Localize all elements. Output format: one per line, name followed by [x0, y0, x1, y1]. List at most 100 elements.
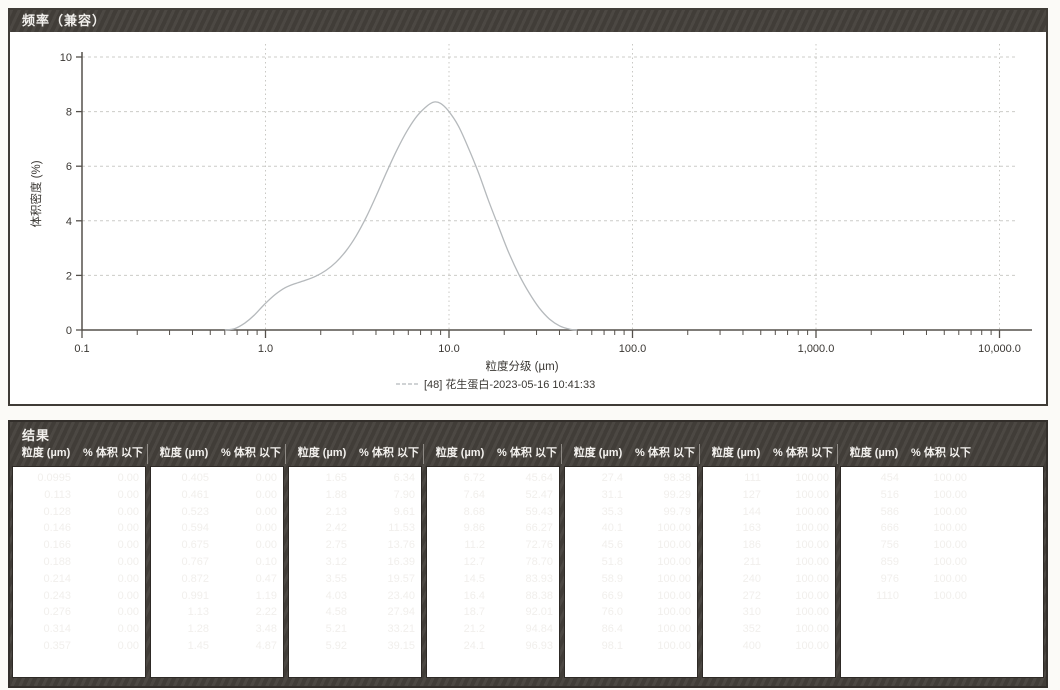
table-row: 0.2760.00	[13, 604, 143, 621]
table-row: 0.3140.00	[13, 621, 143, 638]
percent-under-value: 100.00	[761, 487, 829, 504]
size-value: 0.0995	[13, 470, 71, 487]
table-row: 144100.00	[703, 504, 833, 521]
percent-under-value: 94.84	[485, 621, 553, 638]
table-row: 5.2133.21	[289, 621, 419, 638]
percent-under-value: 100.00	[623, 571, 691, 588]
result-group-box: 0.4050.000.4610.000.5230.000.5940.000.67…	[150, 466, 284, 678]
y-tick-label: 8	[66, 107, 72, 119]
size-value: 586	[841, 504, 899, 521]
x-tick-label: 10.0	[438, 343, 459, 355]
percent-under-value: 100.00	[899, 504, 967, 521]
table-row: 4.5827.94	[289, 604, 419, 621]
percent-under-value: 0.00	[209, 537, 277, 554]
percent-under-value: 100.00	[761, 520, 829, 537]
percent-under-value: 96.93	[485, 638, 553, 655]
table-row: 240100.00	[703, 571, 833, 588]
table-row: 0.8720.47	[151, 571, 281, 588]
percent-under-value: 100.00	[899, 554, 967, 571]
size-value: 352	[703, 621, 761, 638]
size-value: 0.594	[151, 520, 209, 537]
percent-under-value: 0.00	[71, 520, 139, 537]
percent-under-value: 16.39	[347, 554, 415, 571]
table-row: 1.656.34	[289, 470, 419, 487]
table-row: 0.1460.00	[13, 520, 143, 537]
results-column-group-header: 粒度 (µm)% 体积 以下	[566, 444, 700, 464]
size-value: 7.64	[427, 487, 485, 504]
percent-under-column-header: % 体积 以下	[906, 444, 976, 464]
size-value: 1.65	[289, 470, 347, 487]
size-value: 1.88	[289, 487, 347, 504]
result-group-box: 454100.00516100.00586100.00666100.007561…	[840, 466, 1044, 678]
size-value: 0.214	[13, 571, 71, 588]
table-row: 859100.00	[841, 554, 971, 571]
size-column-header: 粒度 (µm)	[842, 444, 906, 464]
percent-under-value: 99.79	[623, 504, 691, 521]
table-row: 31.199.29	[565, 487, 695, 504]
percent-under-value: 9.61	[347, 504, 415, 521]
table-row: 1.887.90	[289, 487, 419, 504]
table-row: 7.6452.47	[427, 487, 557, 504]
table-row: 211100.00	[703, 554, 833, 571]
table-row: 756100.00	[841, 537, 971, 554]
header-divider	[699, 444, 700, 464]
percent-under-value: 100.00	[761, 621, 829, 638]
percent-under-value: 100.00	[899, 571, 967, 588]
size-value: 3.55	[289, 571, 347, 588]
table-row: 76.0100.00	[565, 604, 695, 621]
table-row: 8.6859.43	[427, 504, 557, 521]
size-value: 454	[841, 470, 899, 487]
size-value: 1110	[841, 588, 899, 605]
size-value: 11.2	[427, 537, 485, 554]
results-panel: 结果 粒度 (µm)% 体积 以下粒度 (µm)% 体积 以下粒度 (µm)% …	[8, 420, 1048, 688]
size-value: 144	[703, 504, 761, 521]
size-value: 18.7	[427, 604, 485, 621]
percent-under-value: 39.15	[347, 638, 415, 655]
size-value: 24.1	[427, 638, 485, 655]
frequency-distribution-chart: 02468100.11.010.0100.01,000.010,000.0粒度分…	[10, 32, 1046, 404]
x-tick-label: 1,000.0	[798, 343, 835, 355]
size-value: 0.767	[151, 554, 209, 571]
table-row: 0.4610.00	[151, 487, 281, 504]
percent-under-value: 0.00	[209, 520, 277, 537]
percent-under-value: 0.00	[71, 504, 139, 521]
size-value: 76.0	[565, 604, 623, 621]
percent-under-value: 100.00	[623, 621, 691, 638]
table-row: 0.1130.00	[13, 487, 143, 504]
percent-under-value: 92.01	[485, 604, 553, 621]
size-column-header: 粒度 (µm)	[566, 444, 630, 464]
percent-under-value: 66.27	[485, 520, 553, 537]
x-tick-label: 100.0	[619, 343, 647, 355]
percent-under-column-header: % 体积 以下	[78, 444, 148, 464]
percent-under-value: 78.70	[485, 554, 553, 571]
size-value: 27.4	[565, 470, 623, 487]
size-value: 272	[703, 588, 761, 605]
size-value: 3.12	[289, 554, 347, 571]
y-tick-label: 2	[66, 270, 72, 282]
y-tick-label: 10	[60, 52, 72, 64]
size-value: 0.128	[13, 504, 71, 521]
x-tick-label: 10,000.0	[978, 343, 1021, 355]
size-value: 98.1	[565, 638, 623, 655]
chart-panel-title: 频率（兼容）	[22, 13, 106, 28]
table-row: 454100.00	[841, 470, 971, 487]
size-value: 127	[703, 487, 761, 504]
size-value: 35.3	[565, 504, 623, 521]
percent-under-value: 0.00	[71, 470, 139, 487]
table-row: 352100.00	[703, 621, 833, 638]
result-group-box: 6.7245.647.6452.478.6859.439.8666.2711.2…	[426, 466, 560, 678]
size-value: 8.68	[427, 504, 485, 521]
table-row: 1.132.22	[151, 604, 281, 621]
x-axis-label: 粒度分级 (µm)	[485, 359, 558, 373]
percent-under-value: 2.22	[209, 604, 277, 621]
size-value: 1.45	[151, 638, 209, 655]
size-value: 240	[703, 571, 761, 588]
percent-under-value: 0.00	[209, 487, 277, 504]
size-value: 516	[841, 487, 899, 504]
size-value: 0.113	[13, 487, 71, 504]
table-row: 14.583.93	[427, 571, 557, 588]
size-column-header: 粒度 (µm)	[290, 444, 354, 464]
percent-under-value: 0.00	[71, 621, 139, 638]
percent-under-value: 52.47	[485, 487, 553, 504]
table-row: 127100.00	[703, 487, 833, 504]
